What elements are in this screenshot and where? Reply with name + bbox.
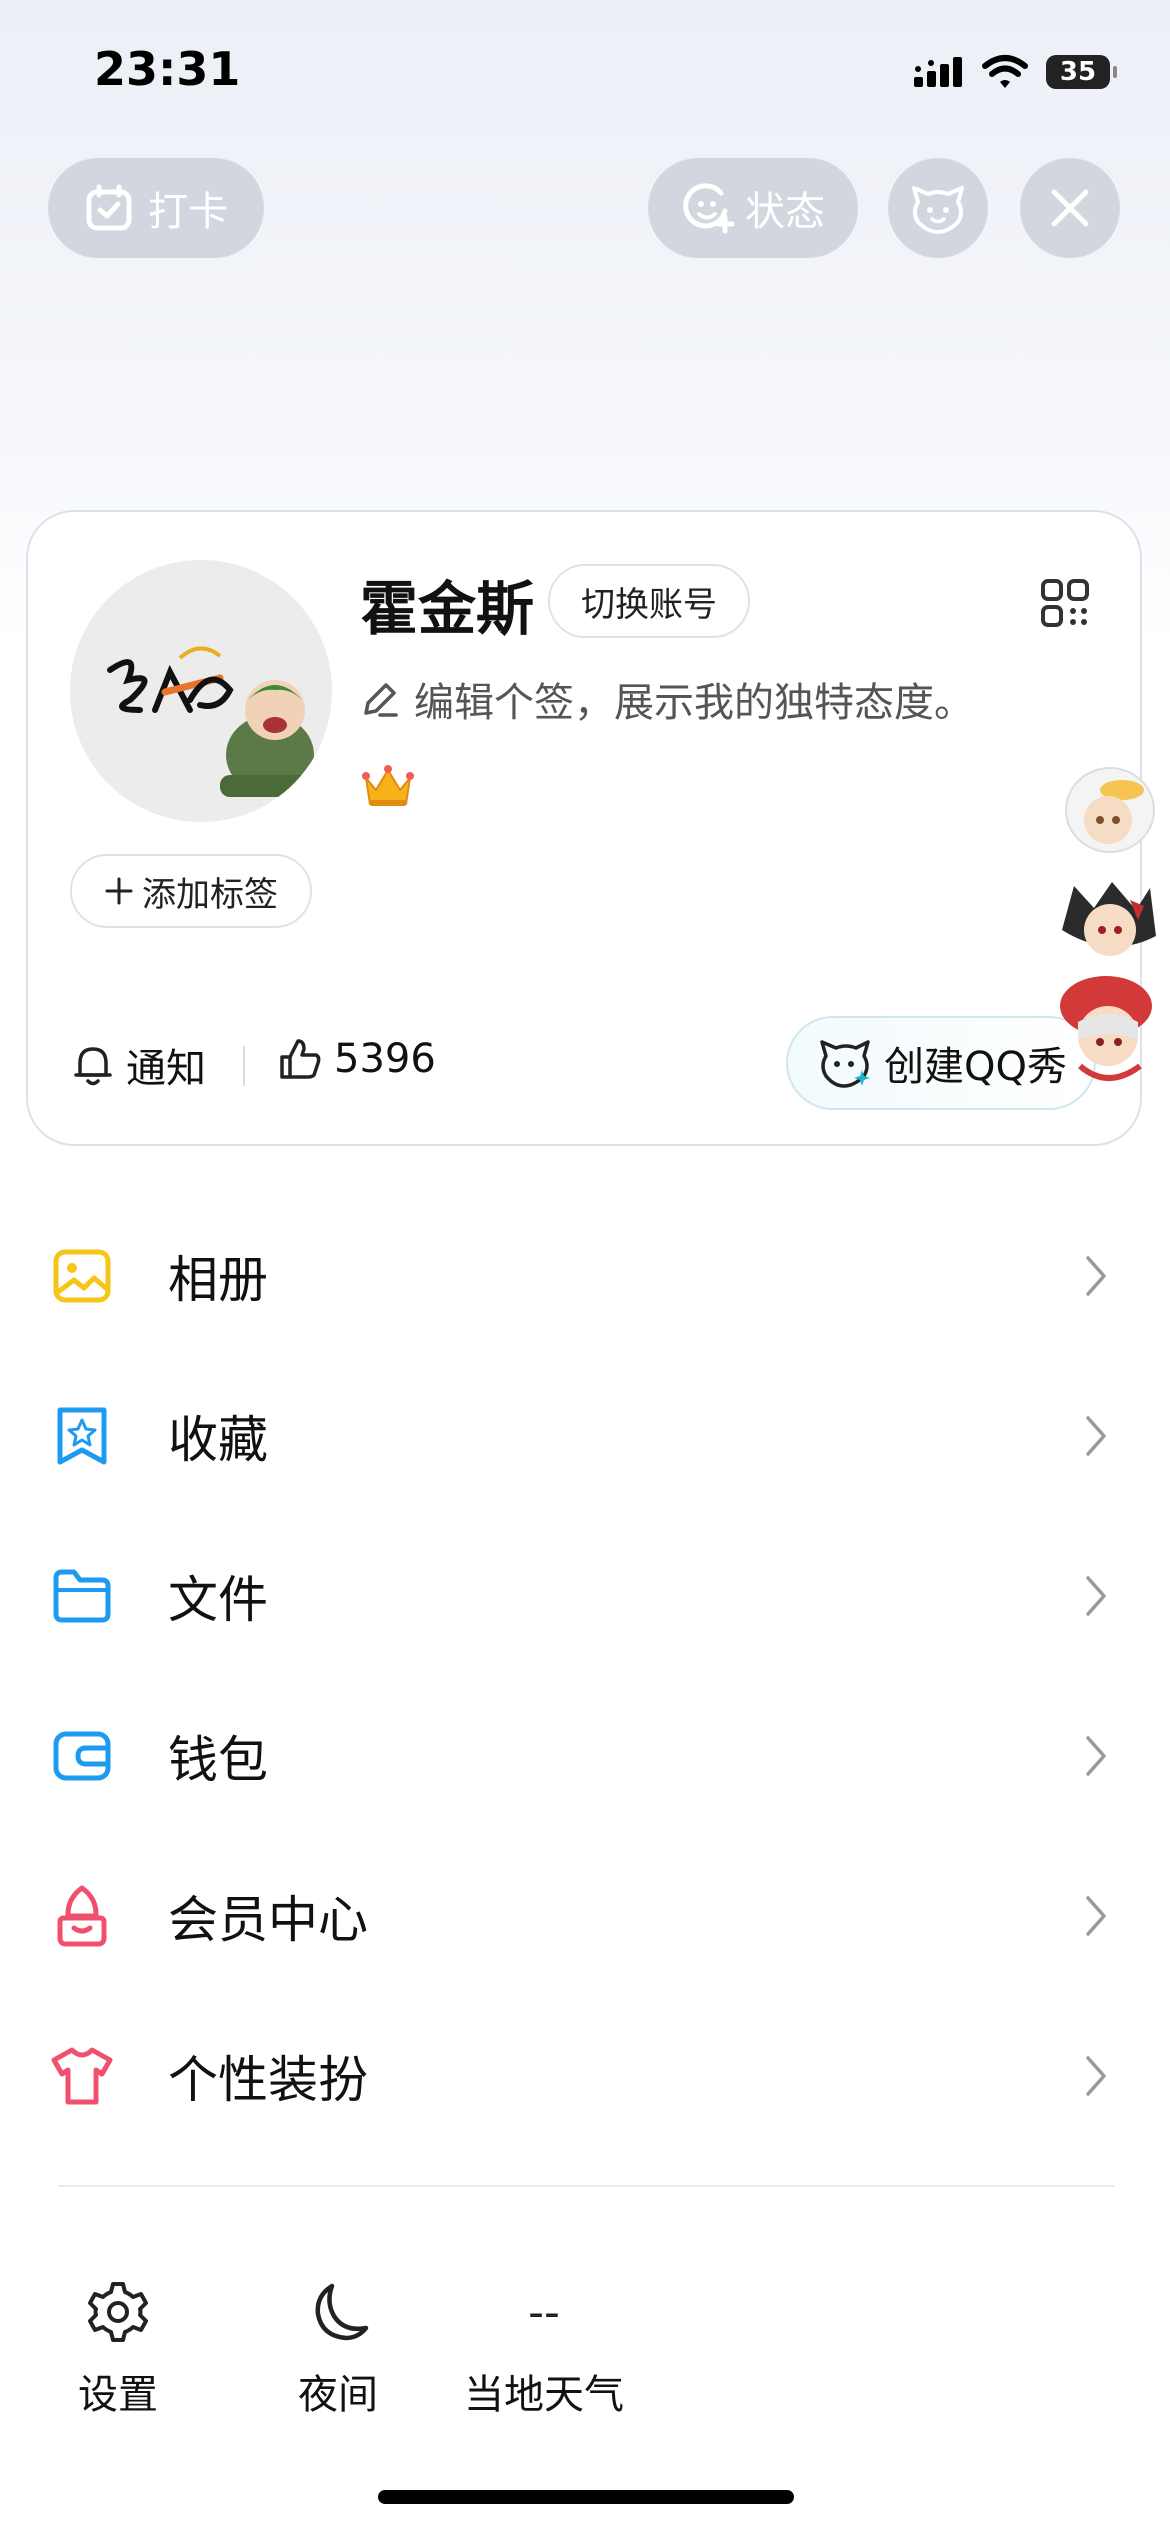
settings-button[interactable]: 设置 [78,2280,158,2420]
menu-label-vip-center: 会员中心 [168,1891,368,1949]
qq-show-avatar-button[interactable] [888,158,988,258]
photo-album-icon [53,1249,111,1303]
plus-icon [105,877,133,905]
close-icon [1051,189,1089,227]
thumbs-up-icon [280,1039,321,1079]
switch-account-button[interactable]: 切换账号 [548,564,750,638]
wallet-icon [53,1731,111,1781]
calendar-check-icon [86,184,132,231]
menu-label-album: 相册 [168,1251,268,1309]
status-label: 状态 [745,189,825,235]
username[interactable]: 霍金斯 [360,562,534,646]
penguin-sparkle-icon [820,1040,870,1088]
chevron-right-icon [1086,1896,1106,1936]
bell-icon [74,1047,112,1086]
local-weather-button[interactable]: -- 当地天气 [464,2280,624,2420]
vip-center-icon [57,1885,107,1947]
divider [243,1046,245,1086]
notification-button[interactable]: 通知 [72,1036,206,1094]
chevron-right-icon [1086,1736,1106,1776]
signature-text: 编辑个签，展示我的独特态度。 [414,680,974,726]
close-button[interactable] [1020,158,1120,258]
avatar[interactable] [70,560,332,822]
tshirt-icon [51,2047,113,2105]
status-time: 23:31 [94,42,241,96]
pencil-icon [364,683,398,717]
folder-icon [53,1569,111,1623]
settings-label: 设置 [78,2372,158,2418]
menu-label-files: 文件 [168,1571,268,1629]
home-indicator[interactable] [378,2490,794,2504]
status-button[interactable]: 状态 [648,158,858,258]
battery-indicator: 35 [1046,55,1117,89]
crown-icon[interactable] [362,762,414,810]
qq-show-characters[interactable] [1040,760,1170,1100]
night-mode-button[interactable]: 夜间 [298,2280,378,2420]
notification-label: 通知 [126,1046,206,1092]
signature-edit[interactable]: 编辑个签，展示我的独特态度。 [360,670,974,728]
wifi-icon [982,55,1028,88]
avatar-artwork [70,560,332,822]
gear-icon [88,2282,148,2342]
divider [58,2185,1114,2187]
menu-item-personalization[interactable]: 个性装扮 [0,1996,1170,2156]
menu-item-wallet[interactable]: 钱包 [0,1676,1170,1836]
chevron-right-icon [1086,1576,1106,1616]
likes-button[interactable]: 5396 [278,1036,436,1082]
checkin-button[interactable]: 打卡 [48,158,264,258]
menu-item-files[interactable]: 文件 [0,1516,1170,1676]
smiley-plus-icon [683,183,735,234]
weather-label: 当地天气 [464,2372,624,2418]
likes-count: 5396 [334,1036,436,1082]
add-tag-label: 添加标签 [142,874,278,915]
checkin-label: 打卡 [148,189,228,235]
add-tag-button[interactable]: 添加标签 [70,854,312,928]
penguin-face-icon [912,186,964,234]
menu-label-personalization: 个性装扮 [168,2051,368,2109]
status-icons: 35 [912,50,1117,94]
menu-item-favorites[interactable]: 收藏 [0,1356,1170,1516]
qr-code-icon[interactable] [1040,578,1090,628]
favorites-star-icon [57,1407,107,1465]
chevron-right-icon [1086,2056,1106,2096]
chevron-right-icon [1086,1416,1106,1456]
weather-value: -- [528,2286,560,2338]
menu-item-album[interactable]: 相册 [0,1196,1170,1356]
menu-label-favorites: 收藏 [168,1411,268,1469]
menu-label-wallet: 钱包 [168,1731,268,1789]
menu-item-vip-center[interactable]: 会员中心 [0,1836,1170,1996]
moon-icon [315,2283,369,2341]
night-mode-label: 夜间 [298,2372,378,2418]
chevron-right-icon [1086,1256,1106,1296]
cellular-signal-icon [914,57,962,87]
